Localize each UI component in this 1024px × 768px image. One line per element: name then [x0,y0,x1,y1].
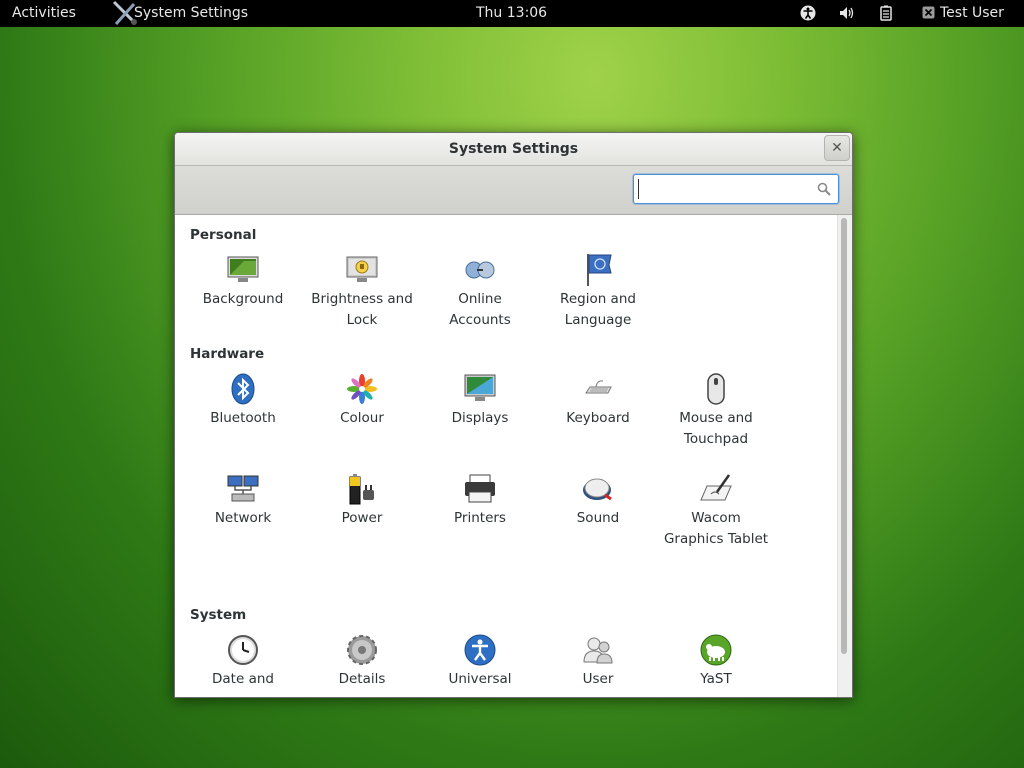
panel-label: Network [214,510,272,526]
panel-power[interactable]: Power [309,472,415,529]
panel-label: Printers [454,510,506,526]
users-icon [583,637,613,664]
user-status-icon [922,6,935,19]
panel-label: Keyboard [566,410,630,426]
panel-date-time[interactable]: Date and [190,633,296,690]
app-menu-label: System Settings [134,5,249,21]
tools-icon [112,0,137,26]
panel-printers[interactable]: Printers [427,472,533,529]
mouse-icon [707,373,725,405]
panel-displays[interactable]: Displays [427,372,533,429]
displays-icon [464,374,496,401]
panel-label: Mouse and Touchpad [679,410,753,447]
panel-colour[interactable]: Colour [309,372,415,429]
wacom-tablet-icon [700,474,732,501]
colour-icon [347,374,377,404]
panel-brightness-lock[interactable]: Brightness and Lock [309,253,415,331]
clock[interactable]: Thu 13:06 [476,0,547,27]
panel-label: Bluetooth [210,410,276,426]
panel-label: Colour [340,410,384,426]
panel-online-accounts[interactable]: Online Accounts [427,253,533,331]
panel-yast[interactable]: YaST [663,633,769,690]
panel-label: Universal [448,671,512,687]
yast-icon [700,634,732,666]
accessibility-icon[interactable] [800,5,816,21]
close-button[interactable]: ✕ [824,135,850,161]
panel-label: Background [202,291,284,307]
panel-label: Brightness and Lock [311,291,413,328]
keyboard-icon [585,380,612,394]
panel-wacom-tablet[interactable]: Wacom Graphics Tablet [663,472,769,550]
search-input[interactable] [638,179,811,199]
panel-sound[interactable]: Sound [545,472,651,529]
scrollbar-thumb[interactable] [841,218,847,654]
toolbar [175,166,852,215]
section-title-hardware: Hardware [190,346,265,362]
user-menu[interactable]: Test User [922,0,1004,27]
panel-label: Online Accounts [449,291,511,328]
power-icon [349,474,374,505]
settings-panel-grid: Personal Background Brightness and Lock [175,215,852,697]
panel-label: Date and [212,671,274,687]
system-settings-window: System Settings ✕ Personal Background Br… [174,132,853,698]
background-icon [227,256,259,282]
panel-background[interactable]: Background [190,253,296,310]
app-menu[interactable]: System Settings [112,0,248,27]
window-titlebar[interactable]: System Settings ✕ [175,133,852,166]
window-title: System Settings [448,141,579,157]
activities-button[interactable]: Activities [12,0,76,27]
vertical-scrollbar[interactable] [837,215,852,697]
panel-label: Power [341,510,383,526]
panel-user-accounts[interactable]: User [545,633,651,690]
network-icon [227,475,259,502]
panel-label: Wacom Graphics Tablet [663,510,769,547]
panel-mouse-touchpad[interactable]: Mouse and Touchpad [663,372,769,450]
top-bar: Activities System Settings Thu 13:06 Tes… [0,0,1024,27]
universal-access-icon [464,634,496,666]
search-icon [817,182,831,196]
panel-keyboard[interactable]: Keyboard [545,372,651,429]
sound-icon [583,478,612,501]
panel-network[interactable]: Network [190,472,296,529]
details-gear-icon [347,635,377,665]
panel-label: Displays [451,410,509,426]
region-language-icon [587,254,612,286]
panel-universal-access[interactable]: Universal [427,633,533,690]
panel-label: Details [338,671,386,687]
panel-label: Region and Language [560,291,636,328]
panel-label: YaST [700,671,732,687]
panel-region-language[interactable]: Region and Language [545,253,651,331]
clock-icon [228,635,258,665]
search-box[interactable] [633,174,839,204]
volume-icon[interactable] [839,5,855,21]
section-title-system: System [190,607,247,623]
panel-bluetooth[interactable]: Bluetooth [190,372,296,429]
panel-label: User [582,671,614,687]
section-title-personal: Personal [190,227,257,243]
printer-icon [465,474,495,503]
brightness-lock-icon [346,256,378,282]
user-name: Test User [940,5,1004,21]
bluetooth-icon [231,373,255,405]
battery-icon[interactable] [878,5,894,21]
panel-label: Sound [576,510,620,526]
panel-details[interactable]: Details [309,633,415,690]
online-accounts-icon [465,261,495,279]
